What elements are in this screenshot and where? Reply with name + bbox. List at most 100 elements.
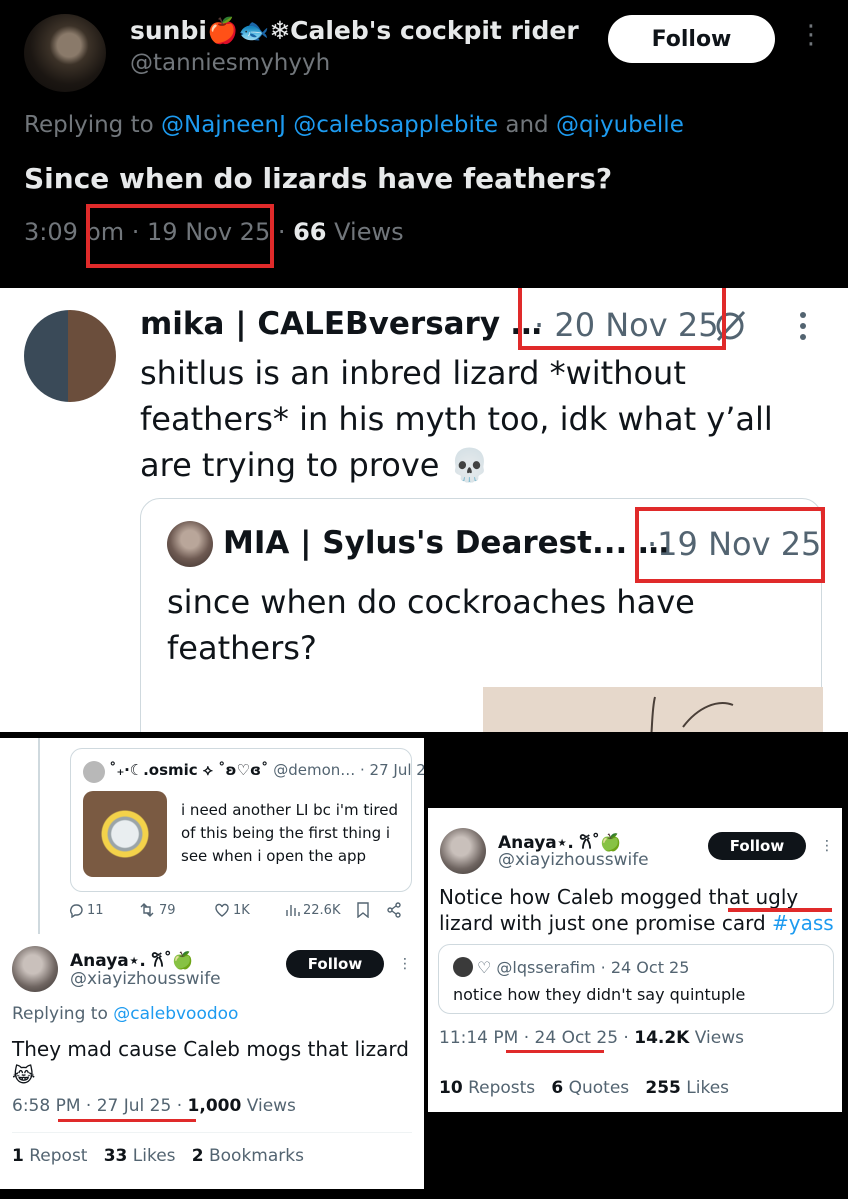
views-count: 22.6K — [303, 902, 341, 918]
date-highlight-box — [518, 288, 726, 350]
bookmark-action[interactable] — [356, 902, 370, 918]
tweet-meta: 6:58 PM · 27 Jul 25 · 1,000 Views — [12, 1096, 296, 1116]
quoted-media-image[interactable] — [483, 687, 823, 732]
display-name[interactable]: Anaya⋆. 𐙚˚🍏 — [70, 948, 193, 971]
share-icon — [387, 902, 401, 918]
meta-separator: · — [518, 1028, 535, 1048]
share-action[interactable] — [386, 902, 402, 918]
likes-stat[interactable]: 33 Likes — [104, 1146, 176, 1166]
tweet-a-panel: sunbi🍎🐟❄Caleb's cockpit rider @tanniesmy… — [0, 0, 848, 284]
tweet-text: shitlus is an inbred lizard *without fea… — [140, 354, 773, 484]
mention-link[interactable]: @NajneenJ @calebsapplebite — [161, 112, 498, 138]
tweet-b-panel: mika | CALEBversary … · 20 Nov 25 shitlu… — [0, 288, 848, 732]
follow-button[interactable]: Follow — [286, 950, 384, 978]
avatar[interactable] — [24, 310, 116, 402]
reposts-stat[interactable]: 10 Reposts — [439, 1078, 535, 1098]
user-handle[interactable]: @xiayizhousswife — [70, 969, 221, 989]
tweet-date[interactable]: 24 Oct 25 — [535, 1028, 618, 1048]
views-icon — [286, 905, 300, 916]
reply-icon — [70, 904, 83, 918]
engagement-stats: 1 Repost 33 Likes 2 Bookmarks — [12, 1146, 304, 1166]
views-label: Views — [241, 1096, 296, 1116]
more-options-icon[interactable]: ⋮ — [798, 22, 824, 48]
quoted-text: since when do cockroaches have feathers? — [167, 583, 695, 667]
meta-separator: · — [171, 1096, 188, 1116]
heart-icon — [215, 903, 229, 917]
quoted-tweet-card[interactable]: MIA | Sylus's Dearest... … ·19 Nov 25 si… — [140, 498, 825, 732]
replying-prefix: Replying to — [24, 112, 161, 138]
quoted-display-name: ˚₊‧☾.osmic ⟡ ˚ʚ♡ɞ˚ — [109, 761, 269, 779]
user-handle[interactable]: @tanniesmyhyyh — [130, 50, 330, 76]
date-highlight-box — [86, 204, 274, 268]
thread-line — [38, 738, 40, 934]
avatar — [167, 521, 213, 567]
more-options-icon[interactable]: ⋮ — [820, 838, 834, 854]
reply-count: 11 — [87, 902, 104, 918]
replying-to-line: Replying to @calebvoodoo — [12, 1004, 238, 1024]
display-name[interactable]: mika | CALEBversary … — [140, 306, 542, 342]
reposts-stat[interactable]: 1 Repost — [12, 1146, 87, 1166]
tweet-time[interactable]: 11:14 PM — [439, 1028, 518, 1048]
quoted-handle-date: @demon… · 27 Jul 25 — [268, 761, 424, 779]
hashtag-link[interactable]: #yass — [772, 911, 834, 935]
quoted-display-name: MIA | Sylus's Dearest... … — [223, 525, 670, 561]
mention-link[interactable]: @qiyubelle — [556, 112, 684, 138]
quoted-media-image[interactable] — [83, 791, 167, 877]
repost-action[interactable]: 79 — [138, 902, 176, 918]
date-highlight-box — [635, 507, 825, 583]
quoted-header: ♡ @lqsserafim · 24 Oct 25 — [453, 957, 689, 977]
views-count[interactable]: 66 — [293, 218, 326, 246]
views-label: Views — [326, 218, 404, 246]
like-action[interactable]: 1K — [214, 902, 250, 918]
date-underline — [58, 1119, 196, 1122]
meta-separator: · — [618, 1028, 635, 1048]
views-count[interactable]: 14.2K — [634, 1028, 689, 1048]
tweet-time[interactable]: 6:58 PM — [12, 1096, 81, 1116]
quoted-text: i need another LI bc i'm tired of this b… — [181, 801, 399, 865]
quoted-text: notice how they didn't say quintuple — [453, 985, 746, 1004]
replying-to-line: Replying to @NajneenJ @calebsapplebite a… — [24, 112, 684, 138]
heart-icon: ♡ — [477, 958, 492, 977]
like-count: 1K — [233, 902, 250, 918]
bookmark-icon — [357, 902, 369, 918]
divider — [12, 1132, 412, 1133]
follow-button[interactable]: Follow — [708, 832, 806, 860]
meta-separator: · — [80, 1096, 97, 1116]
repost-icon — [140, 903, 154, 917]
quoted-header: ˚₊‧☾.osmic ⟡ ˚ʚ♡ɞ˚ @demon… · 27 Jul 25 — [109, 761, 424, 779]
avatar — [453, 957, 473, 977]
avatar[interactable] — [440, 828, 486, 874]
more-options-icon[interactable] — [796, 312, 810, 342]
views-label: Views — [689, 1028, 744, 1048]
replying-and: and — [498, 112, 556, 138]
avatar[interactable] — [24, 14, 106, 92]
date-underline — [506, 1050, 604, 1053]
avatar[interactable] — [12, 946, 58, 992]
likes-stat[interactable]: 255 Likes — [645, 1078, 729, 1098]
quoted-handle-date: @lqsserafim · 24 Oct 25 — [491, 958, 690, 977]
more-options-icon[interactable]: ⋮ — [398, 956, 412, 972]
quoted-tweet-card[interactable]: ˚₊‧☾.osmic ⟡ ˚ʚ♡ɞ˚ @demon… · 27 Jul 25 i… — [70, 748, 424, 892]
follow-button[interactable]: Follow — [608, 15, 775, 63]
repost-count: 79 — [159, 902, 176, 918]
tweet-text: They mad cause Caleb mogs that lizard 😹 — [12, 1037, 409, 1087]
avatar — [83, 761, 105, 783]
engagement-stats: 10 Reposts 6 Quotes 255 Likes — [439, 1078, 729, 1098]
reply-action[interactable]: 11 — [68, 902, 104, 918]
tweet-d-panel: Anaya⋆. 𐙚˚🍏 @xiayizhousswife Follow ⋮ No… — [428, 808, 842, 1112]
quoted-tweet-card[interactable]: ♡ @lqsserafim · 24 Oct 25 notice how the… — [438, 944, 834, 1014]
display-name[interactable]: sunbi🍎🐟❄Caleb's cockpit rider — [130, 16, 579, 46]
views-action[interactable]: 22.6K — [284, 902, 340, 918]
views-count[interactable]: 1,000 — [188, 1096, 242, 1116]
mention-link[interactable]: @calebvoodoo — [113, 1004, 238, 1024]
replying-prefix: Replying to — [12, 1004, 114, 1024]
text-underline — [728, 908, 832, 912]
bookmarks-stat[interactable]: 2 Bookmarks — [192, 1146, 304, 1166]
tweet-meta: 11:14 PM · 24 Oct 25 · 14.2K Views — [439, 1028, 744, 1048]
user-handle[interactable]: @xiayizhousswife — [498, 850, 649, 870]
tweet-c-panel: ˚₊‧☾.osmic ⟡ ˚ʚ♡ɞ˚ @demon… · 27 Jul 25 i… — [0, 738, 424, 1189]
quotes-stat[interactable]: 6 Quotes — [551, 1078, 629, 1098]
tweet-date[interactable]: 27 Jul 25 — [97, 1096, 172, 1116]
tweet-text: Since when do lizards have feathers? — [24, 162, 613, 195]
sketch-lines — [650, 696, 734, 732]
